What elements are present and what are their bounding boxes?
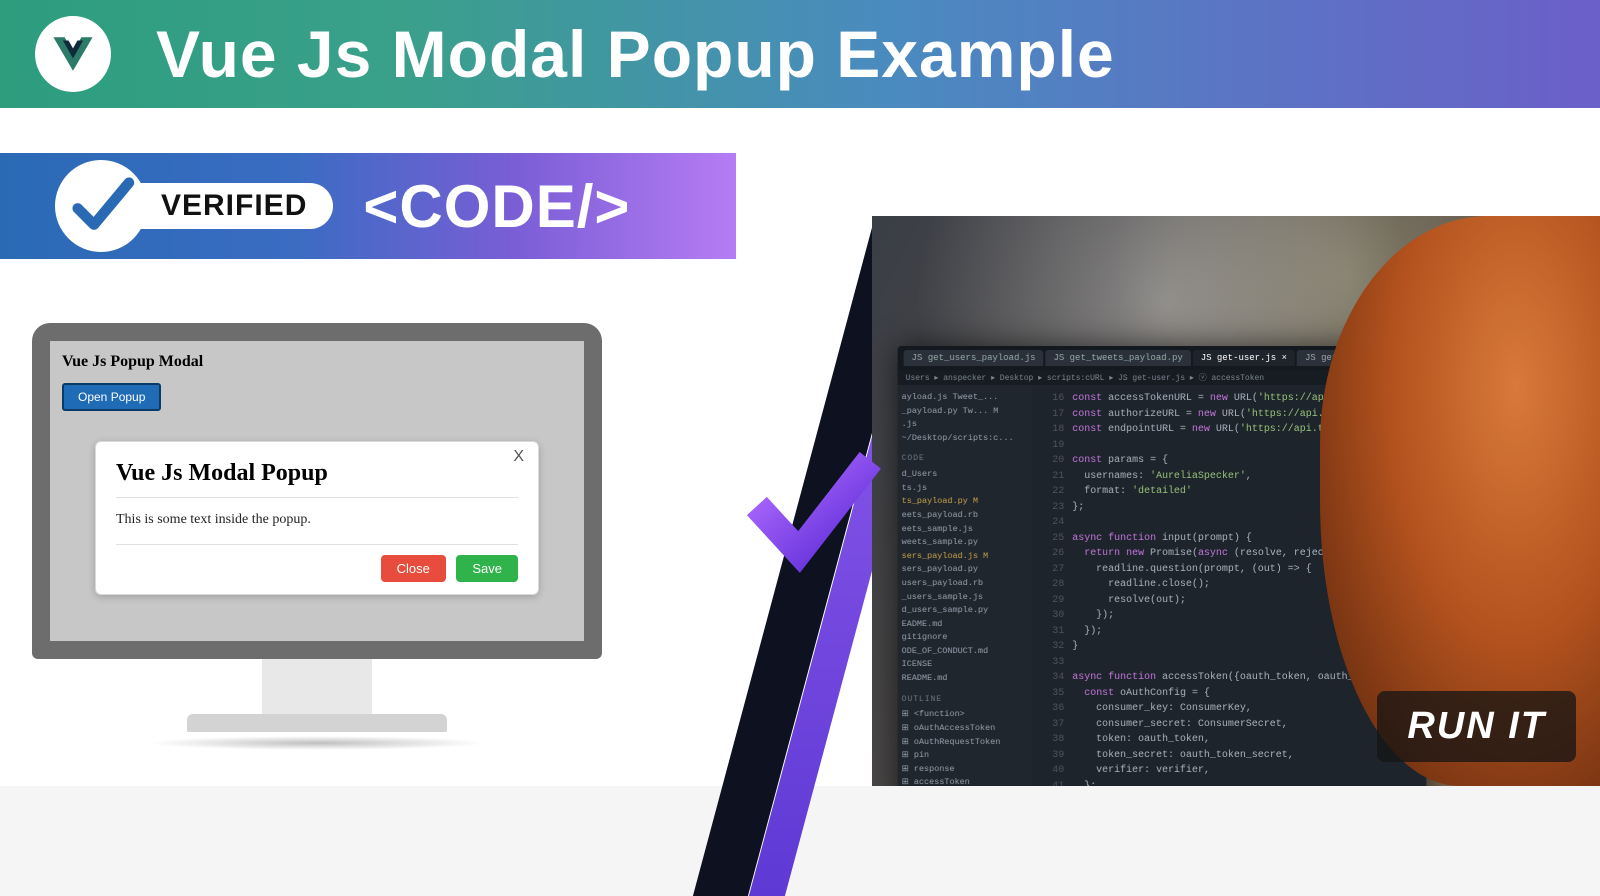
- vue-logo-icon: [35, 16, 111, 92]
- modal-dialog: X Vue Js Modal Popup This is some text i…: [95, 441, 539, 595]
- ide-file-item[interactable]: weets_sample.py: [902, 536, 1029, 550]
- ide-outline-header: OUTLINE: [902, 694, 1029, 707]
- modal-title: Vue Js Modal Popup: [116, 460, 518, 487]
- ide-file-item[interactable]: gitignore: [902, 631, 1029, 645]
- demo-screen: Vue Js Popup Modal Open Popup X Vue Js M…: [50, 341, 584, 641]
- ide-file-item[interactable]: ICENSE: [902, 658, 1029, 672]
- code-line: 39 token_secret: oauth_token_secret,: [1042, 748, 1416, 764]
- ide-file-item[interactable]: ODE_OF_CONDUCT.md: [902, 645, 1029, 659]
- ide-outline-item[interactable]: ⊞ <function>: [902, 708, 1029, 722]
- verified-check-icon: [55, 160, 147, 252]
- ide-outline-item[interactable]: ⊞ oAuthAccessToken: [902, 722, 1029, 736]
- page-title: Vue Js Modal Popup Example: [156, 16, 1115, 92]
- ide-outline-item[interactable]: ⊞ pin: [902, 749, 1029, 763]
- ide-file-item[interactable]: ts.js: [902, 482, 1029, 496]
- ide-outline-item[interactable]: ⊞ response: [902, 763, 1029, 777]
- close-icon[interactable]: X: [513, 448, 524, 466]
- ide-outline-item[interactable]: ⊞ oAuthRequestToken: [902, 736, 1029, 750]
- large-check-icon: [736, 438, 886, 593]
- demo-page-title: Vue Js Popup Modal: [62, 353, 572, 371]
- ide-file-item[interactable]: d_users_sample.py: [902, 604, 1029, 618]
- code-line: 37 consumer_secret: ConsumerSecret,: [1042, 717, 1416, 733]
- ide-file-item[interactable]: ts_payload.py M: [902, 495, 1029, 509]
- open-editor-item[interactable]: ayload.js Tweet_...: [902, 391, 1029, 405]
- modal-body-text: This is some text inside the popup.: [116, 512, 518, 528]
- verified-label: VERIFIED: [119, 183, 333, 229]
- ide-tab[interactable]: JS get_users_payload.js: [904, 350, 1044, 366]
- code-tag-label: <CODE/>: [363, 172, 630, 241]
- verified-code-bar: VERIFIED <CODE/>: [0, 153, 736, 259]
- save-button[interactable]: Save: [456, 555, 518, 582]
- code-line: 36 consumer_key: ConsumerKey,: [1042, 701, 1416, 717]
- open-editor-item[interactable]: .js ~/Desktop/scripts:c...: [902, 418, 1029, 445]
- ide-file-item[interactable]: d_Users: [902, 468, 1029, 482]
- ide-file-item[interactable]: eets_sample.js: [902, 523, 1029, 537]
- close-button[interactable]: Close: [381, 555, 446, 582]
- ide-file-item[interactable]: eets_payload.rb: [902, 509, 1029, 523]
- code-line: 38 token: oauth_token,: [1042, 732, 1416, 748]
- right-photo-panel: JS get_users_payload.jsJS get_tweets_pay…: [872, 216, 1600, 786]
- demo-monitor: Vue Js Popup Modal Open Popup X Vue Js M…: [32, 323, 602, 750]
- ide-tab[interactable]: JS get_tweets_payload.py: [1046, 350, 1191, 366]
- ide-file-item[interactable]: EADME.md: [902, 618, 1029, 632]
- ide-file-item[interactable]: README.md: [902, 672, 1029, 686]
- open-popup-button[interactable]: Open Popup: [62, 383, 161, 411]
- ide-file-item[interactable]: _users_sample.js: [902, 591, 1029, 605]
- run-it-button[interactable]: RUN IT: [1377, 691, 1576, 762]
- ide-outline-item[interactable]: ⊞ accessToken: [902, 776, 1029, 786]
- page-header: Vue Js Modal Popup Example: [0, 0, 1600, 108]
- code-line: 41 };: [1042, 779, 1416, 787]
- ide-file-item[interactable]: users_payload.rb: [902, 577, 1029, 591]
- ide-file-item[interactable]: sers_payload.js M: [902, 550, 1029, 564]
- open-editor-item[interactable]: _payload.py Tw... M: [902, 405, 1029, 419]
- ide-tab[interactable]: JS get-user.js ×: [1193, 350, 1295, 366]
- left-panel: VERIFIED <CODE/> Vue Js Popup Modal Open…: [0, 108, 736, 786]
- ide-sidebar: ayload.js Tweet_..._payload.py Tw... M.j…: [898, 385, 1033, 786]
- code-line: 40 verifier: verifier,: [1042, 763, 1416, 779]
- ide-section-header: CODE: [902, 453, 1029, 466]
- ide-file-item[interactable]: sers_payload.py: [902, 563, 1029, 577]
